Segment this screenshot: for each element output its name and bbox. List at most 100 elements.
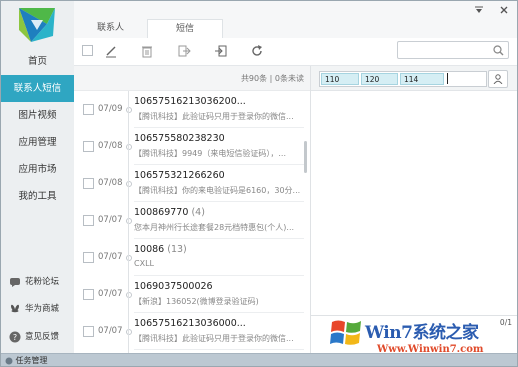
message-date: 07/08 — [98, 178, 123, 188]
app-window: 首页 联系人短信 图片视频 应用管理 应用市场 我的工具 花粉论坛 华为商城 ?… — [0, 0, 518, 367]
huawei-icon — [10, 304, 20, 313]
list-item[interactable]: 07/07 1069037500026 【新浪】136052(微博登录验证码) — [74, 276, 310, 313]
sidebar-item-home[interactable]: 首页 — [1, 48, 74, 75]
list-item[interactable]: 07/08 106575321266260 【腾讯科技】你的来电验证码是6160… — [74, 165, 310, 202]
huawei-store-label: 华为商城 — [25, 304, 60, 314]
recipient-input[interactable]: 110 120 114 — [319, 71, 487, 87]
sidebar-item-label: 首页 — [27, 56, 47, 67]
list-item[interactable]: 07/07 100869770 (4) 您本月神州行长途套餐28元档特惠包(个人… — [74, 202, 310, 239]
add-contact-button[interactable] — [488, 70, 508, 88]
text-caret — [447, 73, 448, 84]
timeline-dot — [126, 329, 132, 335]
sidebar-item-label: 应用市场 — [18, 164, 57, 175]
sidebar-item-label: 图片视频 — [18, 110, 57, 121]
timeline-line — [128, 91, 129, 353]
huawei-store-link[interactable]: 华为商城 — [9, 301, 71, 317]
row-checkbox[interactable] — [83, 104, 94, 115]
sender-number-text: 10657516213036000... — [134, 318, 246, 329]
recipient-chip[interactable]: 120 — [361, 73, 398, 85]
list-item[interactable]: 07/07 10086 (13) CXLL — [74, 239, 310, 276]
message-date: 07/07 — [98, 326, 123, 336]
recipient-chip[interactable]: 114 — [400, 73, 444, 85]
timeline-dot — [126, 255, 132, 261]
windows-logo-icon — [330, 320, 361, 345]
feedback-label: 意见反馈 — [25, 332, 60, 342]
sidebar-item-label: 联系人短信 — [13, 83, 62, 94]
person-icon — [493, 74, 503, 84]
sidebar-item-label: 应用管理 — [18, 137, 57, 148]
search-icon[interactable] — [493, 45, 504, 56]
search-box[interactable] — [397, 41, 509, 59]
message-preview: 您本月神州行长途套餐28元档特惠包(个人)... — [134, 223, 295, 232]
timeline-dot — [126, 218, 132, 224]
sender-number: 10086 (13) — [134, 244, 187, 255]
list-item[interactable]: 07/09 10657516213036200... 【腾讯科技】此验证码只用于… — [74, 91, 310, 128]
thread-count: (13) — [167, 244, 187, 255]
sender-number-text: 106575321266260 — [134, 170, 225, 181]
recipient-chip[interactable]: 110 — [321, 73, 359, 85]
sender-number: 10657516213036000... — [134, 318, 246, 329]
sender-number-text: 10657516213036200... — [134, 96, 246, 107]
select-all-checkbox[interactable] — [82, 45, 93, 56]
task-manager-button[interactable]: 任务管理 — [5, 355, 48, 366]
row-divider — [134, 349, 304, 350]
timeline-dot — [126, 292, 132, 298]
sidebar-item-app-market[interactable]: 应用市场 — [1, 156, 74, 183]
tab-label: 联系人 — [96, 23, 124, 33]
forum-link[interactable]: 花粉论坛 — [9, 274, 71, 290]
message-preview: 【腾讯科技】此验证码只用于登录你的微信... — [134, 334, 294, 343]
row-checkbox[interactable] — [83, 326, 94, 337]
svg-text:?: ? — [13, 333, 17, 342]
timeline-dot — [126, 107, 132, 113]
sidebar-item-app-management[interactable]: 应用管理 — [1, 129, 74, 156]
tab-bar: 联系人 短信 — [74, 1, 517, 40]
help-icon: ? — [9, 331, 21, 343]
sender-number: 1069037500026 — [134, 281, 213, 292]
task-manager-icon — [5, 357, 13, 364]
message-preview: 【新浪】136052(微博登录验证码) — [134, 297, 259, 306]
list-item[interactable]: 07/07 10657516213036000... 【腾讯科技】此验证码只用于… — [74, 313, 310, 350]
sender-number-text: 106575580238230 — [134, 133, 225, 144]
close-icon[interactable] — [499, 5, 509, 15]
recipient-bar: 110 120 114 — [311, 66, 517, 91]
sender-number: 106575321266260 — [134, 170, 225, 181]
app-logo-icon — [19, 8, 55, 42]
compose-pen-icon[interactable] — [104, 44, 118, 58]
sidebar-item-contacts-sms[interactable]: 联系人短信 — [1, 75, 74, 102]
feedback-link[interactable]: ? 意见反馈 — [9, 329, 71, 345]
row-checkbox[interactable] — [83, 252, 94, 263]
message-summary-bar: 共90条 | 0条未读 — [74, 66, 310, 91]
toolbar — [74, 38, 517, 66]
delete-icon[interactable] — [140, 44, 154, 58]
message-date: 07/07 — [98, 252, 123, 262]
message-preview: 【腾讯科技】你的来电验证码是6160，30分... — [134, 186, 301, 195]
thread-count: (4) — [191, 207, 205, 218]
conversation-panel: 110 120 114 0/1 — [310, 66, 517, 354]
row-checkbox[interactable] — [83, 141, 94, 152]
list-item[interactable]: 07/08 106575580238230 【腾讯科技】9949（来电短信验证码… — [74, 128, 310, 165]
sender-number: 106575580238230 — [134, 133, 225, 144]
message-preview: CXLL — [134, 259, 154, 268]
forum-label: 花粉论坛 — [25, 277, 60, 287]
message-date: 07/08 — [98, 141, 123, 151]
tab-sms[interactable]: 短信 — [147, 19, 223, 40]
import-icon[interactable] — [214, 44, 228, 58]
message-list[interactable]: 07/09 10657516213036200... 【腾讯科技】此验证码只用于… — [74, 91, 310, 353]
message-preview: 【腾讯科技】此验证码只用于登录你的微信... — [134, 112, 294, 121]
watermark-url: Www.Winwin7.com — [377, 344, 484, 355]
timeline-dot — [126, 181, 132, 187]
export-icon[interactable] — [177, 44, 191, 58]
menu-triangle-icon[interactable] — [474, 5, 484, 15]
row-checkbox[interactable] — [83, 178, 94, 189]
sidebar-item-my-tools[interactable]: 我的工具 — [1, 183, 74, 210]
search-input[interactable] — [401, 43, 490, 59]
row-checkbox[interactable] — [83, 215, 94, 226]
refresh-icon[interactable] — [250, 44, 264, 58]
message-date: 07/07 — [98, 289, 123, 299]
tab-contacts[interactable]: 联系人 — [74, 19, 147, 38]
sidebar-item-photos-videos[interactable]: 图片视频 — [1, 102, 74, 129]
watermark: Win7系统之家 Www.Winwin7.com — [325, 314, 517, 366]
row-checkbox[interactable] — [83, 289, 94, 300]
list-scrollbar[interactable] — [304, 141, 307, 173]
tab-label: 短信 — [175, 24, 194, 34]
